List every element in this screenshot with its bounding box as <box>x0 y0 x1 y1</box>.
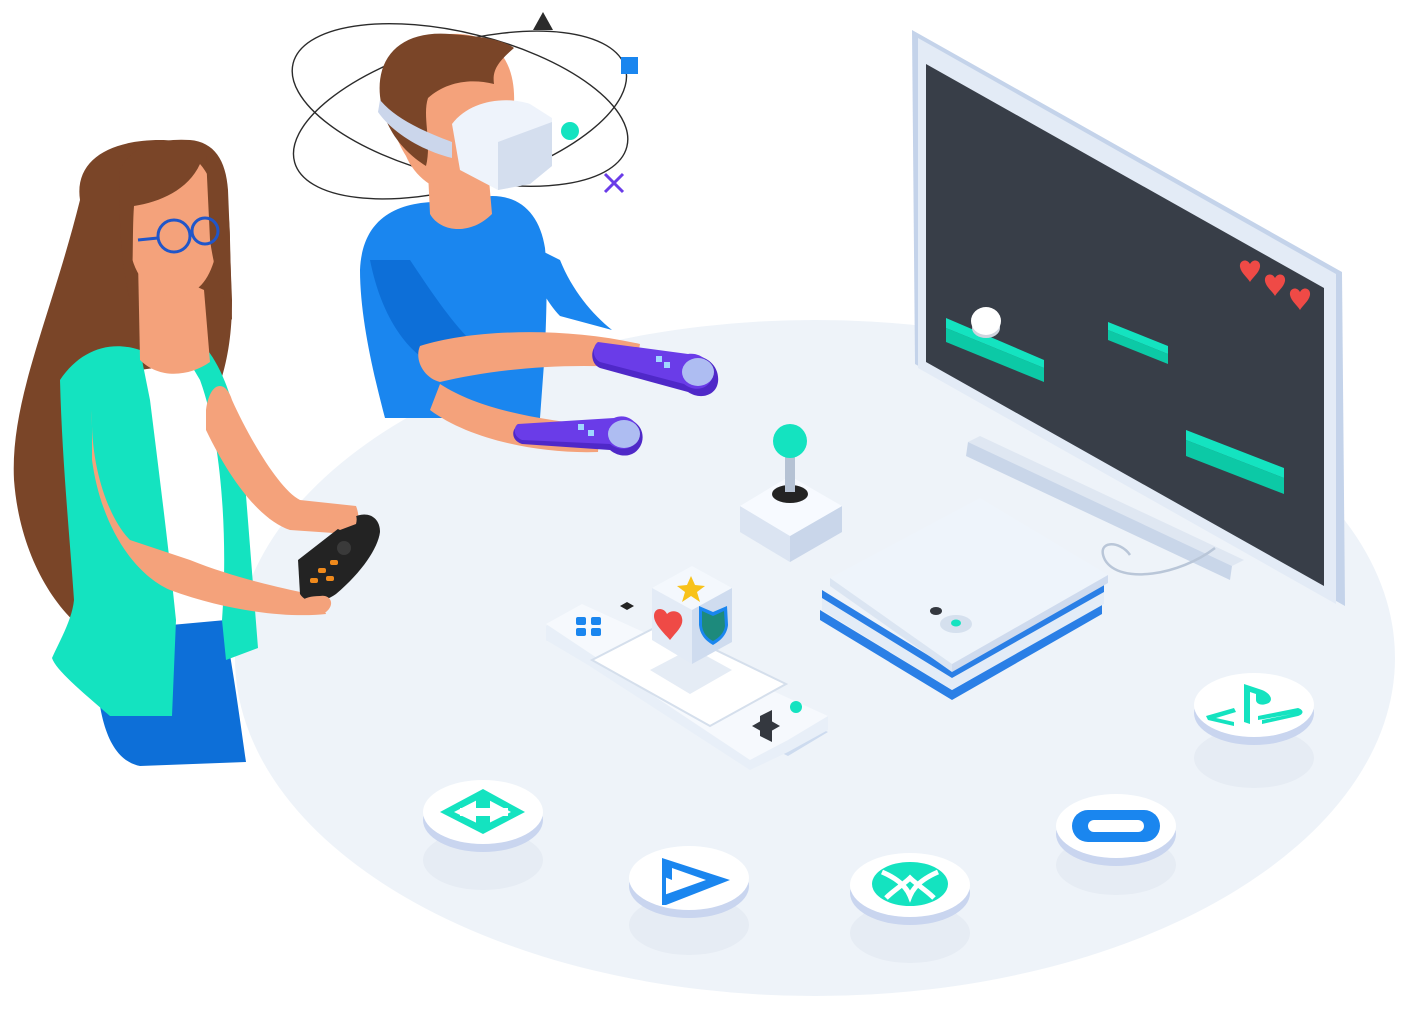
cross-icon <box>603 172 625 194</box>
triangle-icon <box>533 12 553 30</box>
badge-unity <box>423 780 543 890</box>
scene-canvas <box>13 12 1395 996</box>
square-icon <box>621 57 638 74</box>
game-ball <box>971 307 1001 338</box>
badge-stadia <box>629 846 749 955</box>
gaming-illustration <box>0 0 1401 1011</box>
badge-playstation <box>1194 673 1314 788</box>
xbox-logo-icon <box>872 862 948 906</box>
oculus-logo-icon <box>1072 810 1160 842</box>
badge-oculus <box>1056 794 1176 895</box>
badge-xbox <box>850 853 970 963</box>
circle-icon <box>561 122 579 140</box>
